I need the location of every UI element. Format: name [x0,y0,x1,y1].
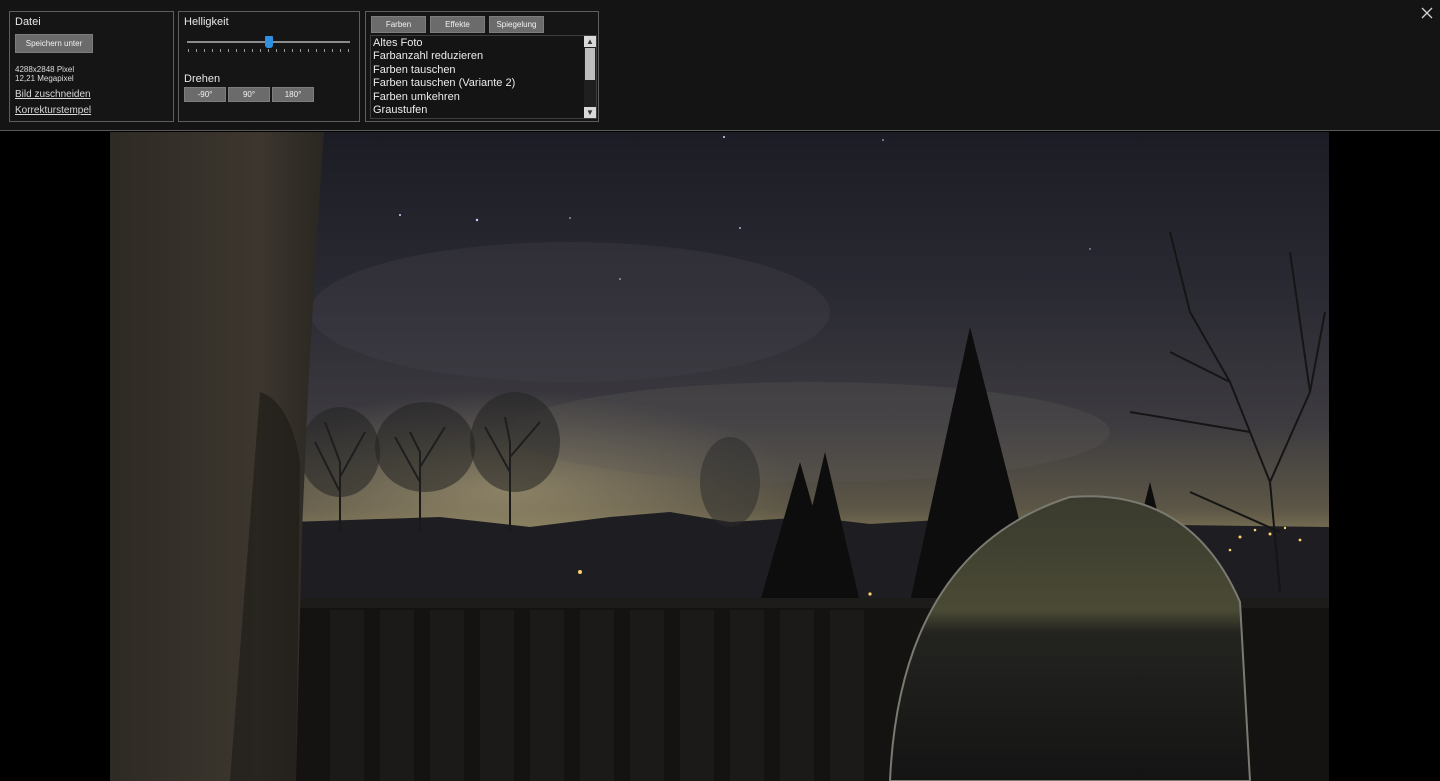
slider-tick [236,49,237,52]
file-panel-title: Datei [15,16,41,28]
slider-tick [340,49,341,52]
slider-tick [252,49,253,52]
effects-panel: Farben Effekte Spiegelung Altes Foto Far… [365,11,599,122]
slider-tick [316,49,317,52]
slider-tick [212,49,213,52]
editor-toolbar: Datei Speichern unter 4288x2848 Pixel 12… [0,0,1440,131]
correction-stamp-link[interactable]: Korrekturstempel [15,105,91,116]
tab-effects[interactable]: Effekte [430,16,485,33]
slider-tick [228,49,229,52]
slider-tick [276,49,277,52]
rotate-90-button[interactable]: 90° [228,87,270,102]
rotate-title: Drehen [184,73,221,85]
image-megapixel: 12,21 Megapixel [15,74,74,83]
scrollbar-thumb[interactable] [585,48,595,80]
slider-tick [308,49,309,52]
tab-colors[interactable]: Farben [371,16,426,33]
list-item[interactable]: Farben tauschen [373,64,456,76]
slider-tick [220,49,221,52]
slider-tick [284,49,285,52]
tab-mirror[interactable]: Spiegelung [489,16,544,33]
brightness-panel: Helligkeit Drehen -90° 90° 180° [178,11,360,122]
close-button[interactable] [1419,5,1435,21]
image-dimensions: 4288x2848 Pixel [15,65,75,74]
railing-slats [330,610,864,781]
list-item[interactable]: Altes Foto [373,37,423,49]
slider-tick [188,49,189,52]
slider-tick [348,49,349,52]
rotate-180-button[interactable]: 180° [272,87,314,102]
crop-image-link[interactable]: Bild zuschneiden [15,89,91,100]
list-item[interactable]: Graustufen [373,104,427,116]
photo-canvas [110,132,1329,781]
night-landscape-photo [110,132,1329,781]
effects-list[interactable]: Altes Foto Farbanzahl reduzieren Farben … [370,35,597,119]
slider-tick [196,49,197,52]
slider-tick [260,49,261,52]
chevron-up-icon[interactable]: ▲ [584,36,596,47]
brightness-slider-thumb[interactable] [264,36,273,48]
list-item[interactable]: Farben tauschen (Variante 2) [373,77,515,89]
slider-tick [244,49,245,52]
slider-tick [300,49,301,52]
chevron-down-icon[interactable]: ▼ [584,107,596,118]
effects-list-scrollbar[interactable]: ▲ ▼ [584,36,596,118]
list-item[interactable]: Farbanzahl reduzieren [373,50,483,62]
file-panel: Datei Speichern unter 4288x2848 Pixel 12… [9,11,174,122]
slider-tick [204,49,205,52]
brightness-title: Helligkeit [184,16,229,28]
slider-tick [332,49,333,52]
slider-tick [268,49,269,52]
save-as-button[interactable]: Speichern unter [15,34,93,53]
brightness-slider-ticks [188,49,349,53]
slider-tick [292,49,293,52]
slider-tick [324,49,325,52]
list-item[interactable]: Farben umkehren [373,91,460,103]
close-icon [1421,7,1433,19]
rotate-minus-90-button[interactable]: -90° [184,87,226,102]
